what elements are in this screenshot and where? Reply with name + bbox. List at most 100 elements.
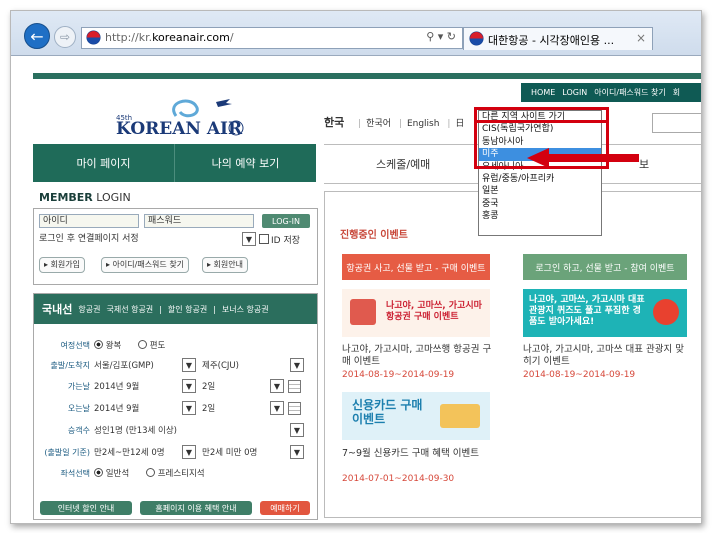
tab-international[interactable]: 국제선 항공권 — [106, 304, 153, 315]
region-option[interactable]: 중국 — [479, 198, 601, 210]
util-more-link[interactable]: 회 — [673, 87, 680, 98]
event-banner-card[interactable]: 신용카드 구매 이벤트 — [342, 392, 490, 440]
tab-bonus[interactable]: 보너스 항공권 — [222, 304, 269, 315]
depart-month-chevron-icon[interactable]: ▼ — [182, 379, 196, 393]
site-search-input[interactable] — [652, 113, 701, 133]
site-favicon-icon — [86, 30, 101, 45]
homepage-benefit-button[interactable]: 홈페이지 이용 혜택 안내 — [140, 501, 252, 515]
region-option[interactable]: 일본 — [479, 185, 601, 197]
password-input[interactable]: 패스워드 — [144, 214, 254, 228]
booking-box: 국내선 항공권 국제선 항공권 | 할인 항공권 | 보너스 항공권 여정선택 … — [33, 293, 318, 520]
event-banner-purchase[interactable]: 나고야, 고마쓰, 가고시마 항공권 구매 이벤트 — [342, 289, 490, 337]
forward-button[interactable]: ⇨ — [54, 26, 76, 48]
id-save-label: ID 저장 — [271, 236, 301, 246]
event-tab-login[interactable]: 로그인 하고, 선물 받고 - 참여 이벤트 — [523, 254, 687, 280]
back-arrow-icon: ← — [30, 26, 44, 46]
oneway-radio[interactable]: 편도 — [138, 339, 165, 351]
tab-my-page[interactable]: 마이 페이지 — [33, 144, 174, 182]
id-input[interactable]: 아이디 — [39, 214, 139, 228]
member-info-link[interactable]: ▸ 회원안내 — [202, 257, 248, 273]
calendar-icon[interactable] — [288, 380, 301, 393]
back-button[interactable]: ← — [24, 23, 50, 49]
from-select[interactable]: 서울/김포(GMP) — [94, 359, 154, 371]
annotation-highlight-box-top — [474, 107, 609, 123]
infant-select[interactable]: 만2세 미만 0명 — [202, 446, 257, 458]
login-button[interactable]: LOG-IN — [262, 214, 310, 228]
find-id-link[interactable]: ▸ 아이디/패스워드 찾기 — [101, 257, 190, 273]
lang-current: 한국 — [324, 116, 345, 129]
top-strip — [33, 73, 701, 79]
tab-domestic-ticket[interactable]: 항공권 — [78, 304, 100, 315]
adult-chevron-icon[interactable]: ▼ — [290, 423, 304, 437]
to-chevron-icon[interactable]: ▼ — [290, 358, 304, 372]
roundtrip-radio[interactable]: 왕복 — [94, 339, 121, 351]
banner3-text: 신용카드 구매 이벤트 — [352, 398, 423, 426]
seat-label: 좌석선택 — [60, 469, 90, 478]
child-chevron-icon[interactable]: ▼ — [182, 445, 196, 459]
address-tools-icon[interactable]: ⚲ ▾ ↻ — [426, 30, 456, 43]
tab-close-icon[interactable]: × — [636, 31, 646, 45]
return-day-chevron-icon[interactable]: ▼ — [270, 401, 284, 415]
return-month-select[interactable]: 2014년 9월 — [94, 402, 139, 414]
lang-korean[interactable]: 한국어 — [366, 119, 391, 129]
util-login-link[interactable]: LOGIN — [562, 88, 587, 97]
region-option[interactable]: 홍콩 — [479, 210, 601, 222]
my-menu-tabs: 마이 페이지 나의 예약 보기 — [33, 144, 316, 182]
book-now-button[interactable]: 예매하기 — [260, 501, 310, 515]
depart-day-select[interactable]: 2일 — [202, 380, 215, 392]
event1-title[interactable]: 나고야, 가고시마, 고마쓰행 항공권 구매 이벤트 — [342, 344, 492, 368]
region-option[interactable]: 유럽/중동/아프리카 — [479, 173, 601, 185]
banner2-text: 나고야, 고마쓰, 가고시마 대표 관광지 퀴즈도 풀고 푸짐한 경품도 받아가… — [529, 295, 645, 327]
economy-radio[interactable]: 일반석 — [94, 467, 129, 479]
calendar-icon[interactable] — [288, 402, 301, 415]
redirect-select[interactable]: 로그인 후 연결페이지 서정 — [39, 232, 249, 246]
browser-toolbar: ← ⇨ http://kr.koreanair.com/ ⚲ ▾ ↻ 대한항공 … — [11, 11, 701, 56]
event3-date: 2014-07-01~2014-09-30 — [342, 474, 455, 484]
return-row: 오는날 2014년 9월 ▼ 2일 ▼ — [34, 399, 317, 417]
event3-title[interactable]: 7~9월 신용카드 구매 혜택 이벤트 — [342, 448, 492, 460]
login-box: 아이디 패스워드 LOG-IN 로그인 후 연결페이지 서정 ▼ ID 저장 ▸… — [33, 208, 318, 285]
return-label: 오는날 — [67, 404, 90, 413]
address-bar[interactable]: http://kr.koreanair.com/ ⚲ ▾ ↻ — [81, 27, 463, 49]
depart-month-select[interactable]: 2014년 9월 — [94, 380, 139, 392]
tab-discount[interactable]: 할인 항공권 — [168, 304, 207, 315]
join-link[interactable]: ▸ 회원가입 — [39, 257, 85, 273]
lang-english[interactable]: English — [407, 119, 440, 129]
menu-more[interactable]: 보 — [639, 156, 649, 172]
child-select[interactable]: 만2세~만12세 0명 — [94, 446, 165, 458]
depart-row: 가는날 2014년 9월 ▼ 2일 ▼ — [34, 377, 317, 395]
util-home-link[interactable]: HOME — [531, 88, 555, 97]
utility-bar: HOME LOGIN 아이디/패스워드 찾기 회 — [521, 83, 701, 102]
credit-card-icon — [440, 404, 480, 428]
return-day-select[interactable]: 2일 — [202, 402, 215, 414]
tab-my-booking[interactable]: 나의 예약 보기 — [174, 144, 316, 182]
prestige-radio[interactable]: 프레스티지석 — [146, 467, 205, 479]
infant-chevron-icon[interactable]: ▼ — [290, 445, 304, 459]
trip-label: 여정선택 — [60, 341, 90, 350]
menu-schedule-booking[interactable]: 스케줄/예매 — [376, 156, 430, 172]
tab-domestic[interactable]: 국내선 — [42, 301, 72, 317]
lang-japanese[interactable]: 日 — [455, 119, 464, 129]
korean-air-logo[interactable]: 45th KOREAN AIR — [106, 94, 246, 140]
event1-date: 2014-08-19~2014-09-19 — [342, 370, 455, 380]
util-find-link[interactable]: 아이디/패스워드 찾기 — [594, 87, 665, 98]
events-title: 진행중인 이벤트 — [340, 230, 408, 241]
route-row: 출발/도착지 서울/김포(GMP) ▼ 제주(CJU) ▼ — [34, 356, 317, 374]
return-month-chevron-icon[interactable]: ▼ — [182, 401, 196, 415]
chevron-down-icon[interactable]: ▼ — [242, 232, 256, 246]
event-tab-purchase[interactable]: 항공권 사고, 선물 받고 - 구매 이벤트 — [342, 254, 490, 280]
depart-day-chevron-icon[interactable]: ▼ — [270, 379, 284, 393]
forward-arrow-icon: ⇨ — [59, 30, 71, 44]
logo-emblem-icon: 45th KOREAN AIR — [116, 99, 244, 139]
ball-icon — [653, 299, 679, 325]
event2-title[interactable]: 나고야, 가고시마, 고마쓰 대표 관광지 맞히기 이벤트 — [523, 344, 687, 368]
event-banner-quiz[interactable]: 나고야, 고마쓰, 가고시마 대표 관광지 퀴즈도 풀고 푸짐한 경품도 받아가… — [523, 289, 687, 337]
browser-tab[interactable]: 대한항공 - 시각장애인용 ... × — [463, 27, 653, 50]
from-chevron-icon[interactable]: ▼ — [182, 358, 196, 372]
trip-type-row: 여정선택 왕복 편도 — [34, 336, 317, 354]
adult-select[interactable]: 성인1명 (만13세 이상) — [94, 424, 177, 436]
depart-label: 가는날 — [67, 382, 90, 391]
internet-discount-button[interactable]: 인터넷 할인 안내 — [40, 501, 132, 515]
id-save-checkbox[interactable] — [259, 234, 269, 244]
to-select[interactable]: 제주(CJU) — [202, 359, 239, 371]
